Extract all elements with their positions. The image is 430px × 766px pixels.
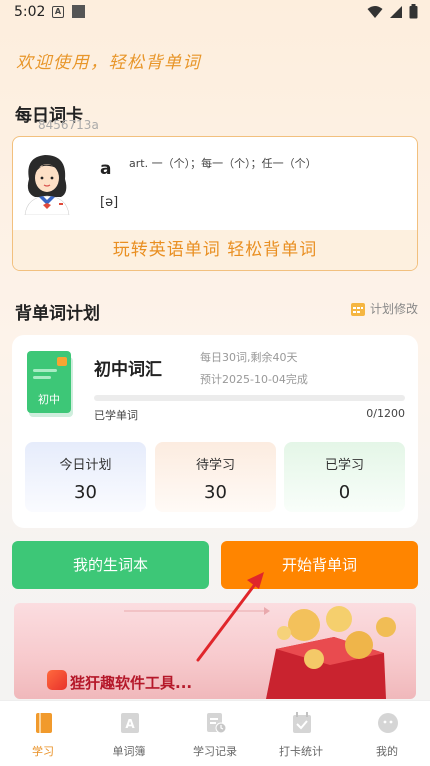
nav-item-word-book[interactable]: A 单词簿 (86, 701, 172, 766)
welcome-text: 欢迎使用，轻松背单词 (16, 53, 201, 73)
study-book-icon (36, 713, 52, 733)
stat-label: 今日计划 (59, 458, 112, 473)
stat-label: 待学习 (195, 458, 235, 473)
stat-value: 0 (338, 482, 351, 503)
plan-progress-bar (94, 395, 405, 401)
nav-item-profile[interactable]: 我的 (344, 701, 430, 766)
stat-pending: 待学习 30 (155, 442, 276, 512)
plan-name: 初中词汇 (94, 360, 162, 380)
nav-label: 学习记录 (193, 745, 237, 758)
status-bar: 5:02 A (0, 0, 430, 26)
bottom-nav: 学习 A 单词簿 学习记录 打卡统计 我的 (0, 700, 430, 766)
stat-today-plan: 今日计划 30 (25, 442, 146, 512)
plan-section-title: 背单词计划 (15, 304, 100, 324)
nav-label: 我的 (376, 745, 398, 758)
stat-value: 30 (204, 482, 227, 503)
signal-icon (390, 5, 402, 18)
checkin-calendar-icon (293, 712, 311, 733)
plan-daily-info: 每日30词,剩余40天 (200, 351, 298, 364)
user-id: 8456713a (38, 118, 99, 132)
stat-learned: 已学习 0 (284, 442, 405, 512)
book-label: 初中 (38, 392, 60, 406)
nav-item-study-record[interactable]: 学习记录 (172, 701, 258, 766)
book-icon: 初中 (27, 351, 73, 417)
plan-card: 初中 初中词汇 每日30词,剩余40天 预计2025-10-04完成 已学单词 … (12, 335, 418, 528)
status-notification-icon (72, 5, 85, 18)
start-learning-button[interactable]: 开始背单词 (221, 541, 418, 589)
nav-item-checkin-stats[interactable]: 打卡统计 (258, 701, 344, 766)
profile-face-icon (378, 713, 398, 733)
learned-words-label: 已学单词 (94, 409, 138, 422)
word-book-icon: A (121, 713, 139, 733)
daily-word: a (100, 159, 112, 179)
svg-text:A: A (125, 717, 135, 731)
plan-edit-button[interactable]: 计划修改 (350, 300, 418, 317)
status-right-icons (367, 4, 418, 19)
ad-logo-icon (47, 670, 67, 690)
stat-value: 30 (74, 482, 97, 503)
nav-label: 单词簿 (112, 745, 146, 758)
study-record-icon (207, 713, 227, 734)
daily-card-banner: 玩转英语单词 轻松背单词 (13, 230, 417, 270)
status-a-icon: A (52, 6, 64, 18)
battery-icon (409, 4, 418, 19)
wifi-icon (367, 5, 383, 18)
girl-avatar-icon (24, 155, 70, 215)
nav-item-study[interactable]: 学习 (0, 701, 86, 766)
calendar-edit-icon (350, 302, 365, 316)
nav-label: 学习 (32, 745, 54, 758)
daily-word-phonetic: [ə] (100, 195, 119, 210)
vocab-book-button[interactable]: 我的生词本 (12, 541, 209, 589)
daily-word-card[interactable]: a art. 一（个）；每一（个）；任一（个） [ə] 玩转英语单词 轻松背单词 (12, 136, 418, 271)
ad-text: 狴犴趣软件工具... (70, 674, 193, 692)
ad-banner[interactable]: 狴犴趣软件工具... (14, 603, 416, 699)
plan-edit-label: 计划修改 (369, 302, 418, 316)
status-time: 5:02 (14, 4, 46, 20)
stat-label: 已学习 (324, 458, 364, 473)
plan-expected-info: 预计2025-10-04完成 (200, 373, 308, 386)
learned-words-count: 0/1200 (366, 407, 405, 420)
daily-word-meaning: art. 一（个）；每一（个）；任一（个） (129, 157, 317, 170)
nav-label: 打卡统计 (279, 745, 323, 758)
